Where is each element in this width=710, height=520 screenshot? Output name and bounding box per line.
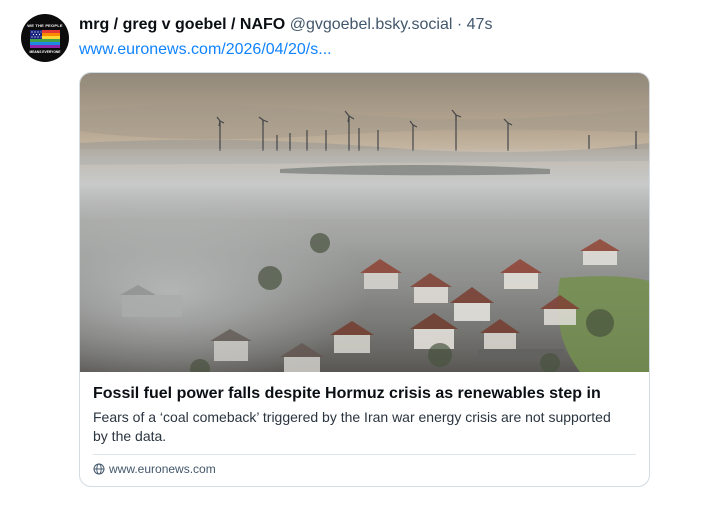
link-preview-card[interactable]: Fossil fuel power falls despite Hormuz c…: [79, 72, 650, 487]
flag-icon: [30, 29, 60, 48]
card-title[interactable]: Fossil fuel power falls despite Hormuz c…: [93, 383, 638, 405]
card-divider: [93, 454, 636, 455]
avatar-top-text: WE THE PEOPLE: [27, 22, 63, 28]
card-source: www.euronews.com: [93, 460, 216, 478]
card-image: [80, 73, 649, 372]
post-header: mrg / greg v goebel / NAFO @gvgoebel.bsk…: [79, 14, 492, 36]
author-display-name[interactable]: mrg / greg v goebel / NAFO: [79, 16, 285, 33]
globe-icon: [93, 463, 105, 475]
separator-dot: ·: [456, 16, 463, 33]
post: WE THE PEOPLE MEANS EVERYONE mrg / greg …: [0, 0, 710, 520]
card-source-domain: www.euronews.com: [109, 462, 216, 476]
post-link[interactable]: www.euronews.com/2026/04/20/s...: [79, 39, 332, 61]
avatar-bottom-text: MEANS EVERYONE: [29, 49, 61, 54]
card-description: Fears of a ‘coal comeback’ triggered by …: [93, 409, 611, 444]
author-handle[interactable]: @gvgoebel.bsky.social: [290, 16, 453, 33]
avatar[interactable]: WE THE PEOPLE MEANS EVERYONE: [21, 14, 69, 62]
post-timestamp[interactable]: 47s: [467, 16, 493, 33]
